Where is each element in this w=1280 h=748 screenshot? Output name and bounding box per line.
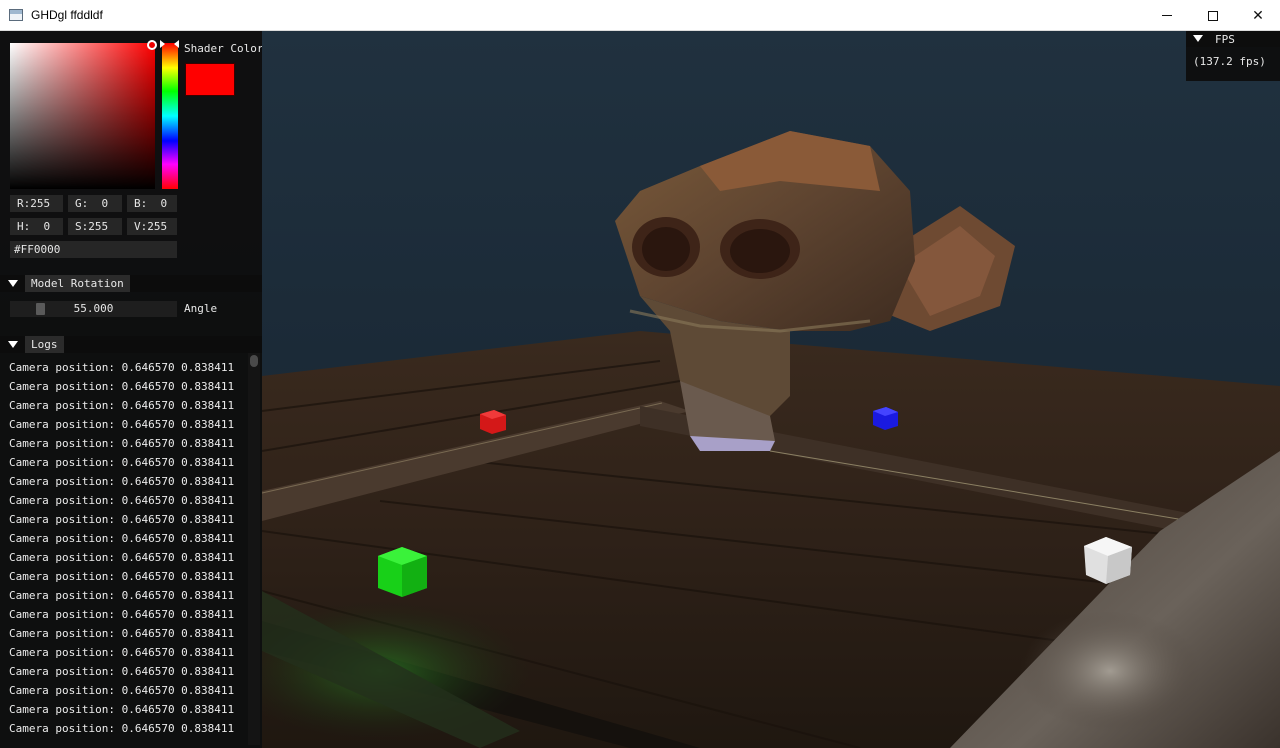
angle-value: 55.000 — [73, 302, 114, 315]
log-line: Camera position: 0.646570 0.838411 — [9, 684, 235, 697]
log-line: Camera position: 0.646570 0.838411 — [9, 399, 235, 412]
collapse-arrow-icon — [8, 280, 18, 287]
light-cube-blue — [873, 407, 898, 430]
collapse-arrow-icon — [1193, 35, 1203, 42]
maximize-button[interactable] — [1190, 0, 1236, 31]
angle-label: Angle — [184, 302, 218, 315]
saturation-value-picker[interactable] — [10, 43, 155, 189]
logs-header[interactable]: Logs — [0, 336, 262, 353]
log-line: Camera position: 0.646570 0.838411 — [9, 494, 235, 507]
minimize-button[interactable] — [1144, 0, 1190, 31]
log-line: Camera position: 0.646570 0.838411 — [9, 627, 235, 640]
logs-scroll-thumb[interactable] — [250, 355, 258, 367]
close-icon: ✕ — [1252, 7, 1264, 24]
log-line: Camera position: 0.646570 0.838411 — [9, 608, 235, 621]
log-line: Camera position: 0.646570 0.838411 — [9, 551, 235, 564]
hue-marker-left-icon — [160, 40, 165, 48]
app-icon — [9, 9, 23, 21]
log-line: Camera position: 0.646570 0.838411 — [9, 437, 235, 450]
green-input[interactable]: G: 0 — [68, 195, 122, 212]
log-line: Camera position: 0.646570 0.838411 — [9, 646, 235, 659]
minimize-icon — [1162, 15, 1172, 16]
hex-input[interactable]: #FF0000 — [10, 241, 177, 258]
log-line: Camera position: 0.646570 0.838411 — [9, 361, 235, 374]
window-titlebar[interactable]: GHDgl ffddldf ✕ — [0, 0, 1280, 31]
log-line: Camera position: 0.646570 0.838411 — [9, 532, 235, 545]
log-line: Camera position: 0.646570 0.838411 — [9, 589, 235, 602]
log-line: Camera position: 0.646570 0.838411 — [9, 380, 235, 393]
log-line: Camera position: 0.646570 0.838411 — [9, 475, 235, 488]
saturation-input[interactable]: S:255 — [68, 218, 122, 235]
log-line: Camera position: 0.646570 0.838411 — [9, 703, 235, 716]
maximize-icon — [1208, 10, 1218, 21]
fps-panel: FPS (137.2 fps) — [1186, 31, 1280, 81]
color-swatch[interactable] — [185, 63, 235, 96]
fps-header[interactable]: FPS — [1186, 31, 1280, 47]
fps-title: FPS — [1215, 33, 1235, 46]
logs-title: Logs — [25, 336, 64, 353]
logs-scrollbar[interactable] — [248, 353, 260, 745]
hue-slider[interactable] — [162, 43, 178, 189]
log-line: Camera position: 0.646570 0.838411 — [9, 722, 235, 735]
fps-value: (137.2 fps) — [1193, 55, 1266, 68]
log-line: Camera position: 0.646570 0.838411 — [9, 570, 235, 583]
light-cube-green — [378, 547, 427, 597]
value-input[interactable]: V:255 — [127, 218, 177, 235]
log-line: Camera position: 0.646570 0.838411 — [9, 456, 235, 469]
left-panel: Shader Color R:255 G: 0 B: 0 H: 0 S:255 … — [0, 31, 262, 748]
hue-input[interactable]: H: 0 — [10, 218, 63, 235]
sv-picker-cursor[interactable] — [147, 40, 157, 50]
light-cube-red — [480, 410, 506, 434]
model-rotation-header[interactable]: Model Rotation — [0, 275, 262, 292]
window-title: GHDgl ffddldf — [31, 8, 103, 22]
logs-list: Camera position: 0.646570 0.838411 Camer… — [0, 353, 262, 748]
red-input[interactable]: R:255 — [10, 195, 63, 212]
shader-color-label: Shader Color — [184, 42, 262, 55]
blue-input[interactable]: B: 0 — [127, 195, 177, 212]
model-rotation-title: Model Rotation — [25, 275, 130, 292]
log-line: Camera position: 0.646570 0.838411 — [9, 418, 235, 431]
log-line: Camera position: 0.646570 0.838411 — [9, 513, 235, 526]
close-button[interactable]: ✕ — [1235, 0, 1280, 31]
collapse-arrow-icon — [8, 341, 18, 348]
angle-slider[interactable]: 55.000 — [10, 301, 177, 317]
hue-marker-right-icon — [174, 40, 179, 48]
log-line: Camera position: 0.646570 0.838411 — [9, 665, 235, 678]
